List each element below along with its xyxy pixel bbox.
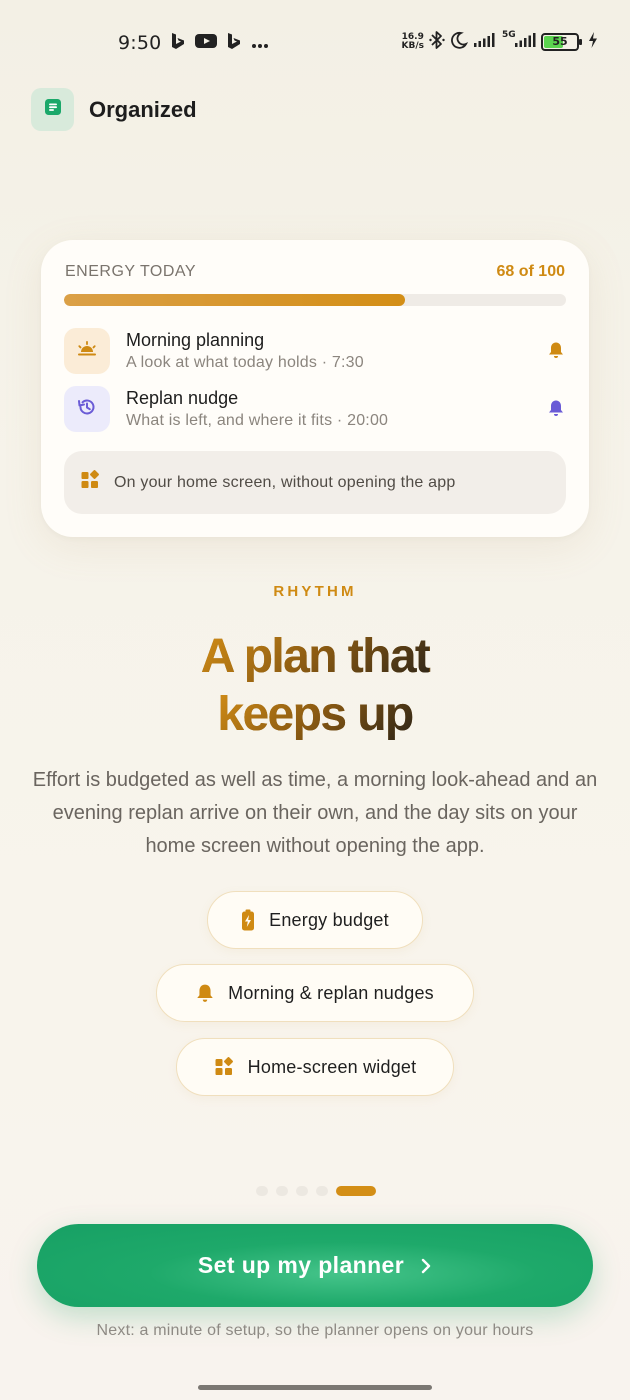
page-indicator	[256, 1186, 376, 1196]
bell-icon	[196, 983, 214, 1003]
net-speed: 16.9 KB/s	[401, 32, 424, 51]
reminder-title: Replan nudge	[126, 388, 239, 408]
description-text: Effort is budgeted as well as time, a mo…	[32, 769, 598, 857]
chip-label: Morning & replan nudges	[228, 982, 434, 1003]
sunrise-icon	[76, 339, 98, 364]
reminder-icon-tile	[64, 386, 110, 432]
moon-icon	[450, 31, 469, 53]
reminder-subtitle: What is left, and where it fits · 20:00	[126, 412, 389, 429]
app-header: Organized	[31, 88, 197, 131]
widgets-icon	[80, 470, 100, 495]
setup-planner-label: Set up my planner	[197, 1252, 405, 1278]
chip-label: Home-screen widget	[247, 1056, 417, 1077]
headline-line-2: keeps up	[217, 688, 414, 741]
battery-icon: 55	[541, 33, 582, 51]
reminder-morning-planning: Morning planning A look at what today ho…	[64, 328, 566, 376]
headline-line-1: A plan that	[200, 630, 431, 683]
energy-label: ENERGY TODAY	[65, 263, 197, 280]
page-title: A plan that keeps up	[0, 628, 630, 744]
page-dot[interactable]	[256, 1186, 268, 1196]
page-dot-active[interactable]	[336, 1186, 376, 1196]
section-eyebrow: RHYTHM	[273, 583, 357, 600]
charging-bolt-icon	[588, 32, 598, 52]
bluetooth-icon	[429, 30, 445, 54]
status-time: 9:50	[118, 32, 162, 54]
chip-widget: Home-screen widget	[176, 1038, 454, 1096]
battery-charging-icon	[241, 909, 255, 931]
page-dot[interactable]	[296, 1186, 308, 1196]
energy-preview-card: ENERGY TODAY 68 of 100 Morning planning …	[41, 240, 589, 537]
bing-icon	[169, 32, 187, 54]
history-clock-icon	[76, 396, 98, 423]
bell-icon	[548, 399, 564, 422]
widgets-icon	[214, 1057, 234, 1077]
chip-nudges: Morning & replan nudges	[156, 964, 474, 1022]
chip-label: Energy budget	[269, 909, 389, 930]
signal-icon	[473, 32, 497, 52]
signal-5g-icon: 5G	[502, 30, 536, 52]
app-logo	[31, 88, 74, 131]
setup-planner-button[interactable]: Set up my planner	[37, 1224, 593, 1307]
notes-icon	[43, 97, 63, 122]
more-dots-icon	[251, 34, 269, 53]
page-dot[interactable]	[316, 1186, 328, 1196]
widget-strip-text: On your home screen, without opening the…	[114, 473, 456, 491]
bing-icon	[225, 32, 243, 54]
footnote: Next: a minute of setup, so the planner …	[96, 1322, 534, 1339]
youtube-icon	[195, 33, 218, 53]
chevron-right-icon	[420, 1257, 432, 1275]
reminder-icon-tile	[64, 328, 110, 374]
energy-count: 68 of 100	[496, 263, 565, 280]
bell-icon	[548, 341, 564, 364]
reminder-title: Morning planning	[126, 330, 265, 350]
reminder-subtitle: A look at what today holds · 7:30	[126, 354, 364, 371]
energy-progress-fill	[64, 294, 406, 306]
app-name: Organized	[89, 96, 197, 122]
reminder-replan-nudge: Replan nudge What is left, and where it …	[64, 386, 566, 434]
home-indicator[interactable]	[198, 1385, 432, 1390]
widget-strip: On your home screen, without opening the…	[64, 451, 566, 514]
status-bar: 9:50 16.9 KB/s 5G 55	[0, 26, 630, 62]
page-dot[interactable]	[276, 1186, 288, 1196]
chip-energy-budget: Energy budget	[207, 891, 423, 949]
energy-progress-bar	[64, 294, 566, 306]
